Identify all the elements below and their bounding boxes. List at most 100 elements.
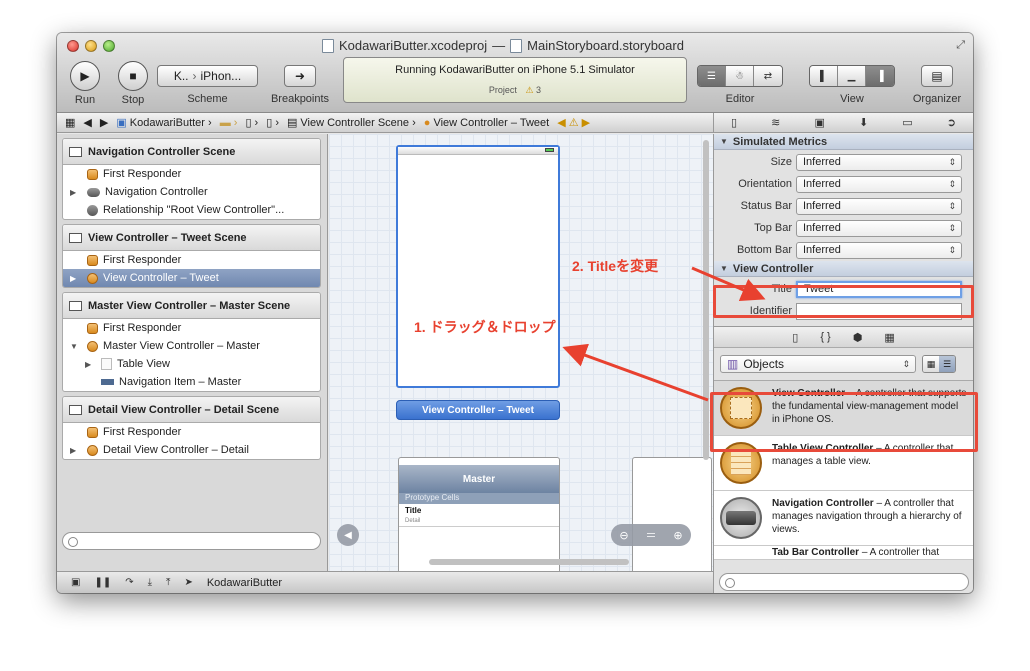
file-template-library-icon[interactable]: ▯ bbox=[792, 331, 798, 344]
attributes-inspector-icon[interactable]: ⬇ bbox=[859, 116, 868, 129]
disclosure-triangle-icon[interactable]: ▶ bbox=[70, 446, 76, 455]
outline-row[interactable]: First Responder bbox=[63, 319, 320, 337]
step-into-icon[interactable]: ⤓ bbox=[148, 577, 152, 588]
warning-icon: ⚠ bbox=[525, 85, 534, 95]
close-button[interactable] bbox=[67, 40, 79, 52]
location-icon[interactable]: ➤ bbox=[184, 577, 192, 588]
assistant-editor-icon[interactable]: ☃ bbox=[726, 66, 754, 86]
media-library-icon[interactable]: ▦ bbox=[884, 331, 894, 344]
disclosure-triangle-open-icon[interactable]: ▼ bbox=[70, 342, 78, 351]
library-item[interactable]: Tab Bar Controller – A controller that bbox=[714, 546, 973, 560]
jumpbar-vc[interactable]: ● View Controller – Tweet bbox=[424, 117, 549, 129]
jumpbar-file-icon[interactable]: ▯ › bbox=[245, 116, 258, 129]
jumpbar-scene[interactable]: ▤ View Controller Scene › bbox=[287, 116, 416, 129]
navigator-toggle-icon[interactable]: ▌ bbox=[810, 66, 838, 86]
stop-label: Stop bbox=[121, 94, 145, 106]
breakpoints-button[interactable]: ➜ Breakpoints bbox=[267, 65, 333, 105]
jumpbar-folder-icon[interactable]: ▬ › bbox=[220, 117, 238, 129]
quick-help-icon[interactable]: ≋ bbox=[771, 116, 780, 129]
fullscreen-icon[interactable]: ⤢ bbox=[956, 39, 965, 52]
scene-header[interactable]: Master View Controller – Master Scene bbox=[63, 293, 320, 319]
library-filter-field[interactable] bbox=[719, 573, 969, 591]
top-bar-select[interactable]: Inferred bbox=[796, 219, 962, 237]
scheme-popup[interactable]: K.. › iPhon... Scheme bbox=[157, 65, 258, 105]
connections-inspector-icon[interactable]: ➲ bbox=[947, 116, 956, 129]
scheme-device: iPhon... bbox=[200, 69, 242, 83]
outline-row-selected[interactable]: ▶ View Controller – Tweet bbox=[63, 269, 320, 287]
scene-dock-label[interactable]: View Controller – Tweet bbox=[396, 400, 560, 420]
step-out-icon[interactable]: ⤒ bbox=[166, 577, 170, 588]
size-inspector-icon[interactable]: ▭ bbox=[902, 116, 912, 129]
navigation-item-icon bbox=[101, 379, 114, 385]
master-scene-preview[interactable]: Master Prototype Cells Title Detail bbox=[398, 457, 560, 571]
file-inspector-icon[interactable]: ▯ bbox=[731, 116, 737, 129]
editor-control[interactable]: ☰ ☃ ⇄ Editor bbox=[697, 65, 783, 105]
outline-row[interactable]: ▶ Table View bbox=[63, 355, 320, 373]
jumpbar-warning-icon[interactable]: ◀ ⚠ ▶ bbox=[557, 116, 590, 129]
view-mode-toggle[interactable]: ▦ ☰ bbox=[922, 355, 956, 373]
section-header[interactable]: ▼ View Controller bbox=[714, 261, 973, 277]
scene-header[interactable]: Navigation Controller Scene bbox=[63, 139, 320, 165]
organizer-button[interactable]: ▤ Organizer bbox=[907, 65, 967, 105]
metric-label: Orientation bbox=[738, 178, 792, 190]
orientation-select[interactable]: Inferred bbox=[796, 175, 962, 193]
status-bar-select[interactable]: Inferred bbox=[796, 197, 962, 215]
vertical-scrollbar[interactable] bbox=[703, 140, 709, 460]
forward-icon[interactable]: ▶ bbox=[100, 116, 108, 129]
zoom-fit-icon[interactable]: ＝ bbox=[645, 527, 656, 543]
zoom-in-icon[interactable]: ⊕ bbox=[673, 529, 682, 542]
outline-row[interactable]: First Responder bbox=[63, 251, 320, 269]
stop-button[interactable]: ■ Stop bbox=[115, 61, 151, 106]
outline-row[interactable]: First Responder bbox=[63, 165, 320, 183]
grid-view-icon[interactable]: ▦ bbox=[923, 356, 939, 372]
list-view-icon[interactable]: ☰ bbox=[939, 356, 955, 372]
debug-toggle-icon[interactable]: ▁ bbox=[838, 66, 866, 86]
canvas-back-icon[interactable]: ◀ bbox=[337, 524, 359, 546]
view-controller-canvas-view[interactable] bbox=[396, 145, 560, 388]
objects-select[interactable]: ▥ Objects bbox=[720, 355, 916, 373]
step-over-icon[interactable]: ↷ bbox=[125, 577, 133, 588]
standard-editor-icon[interactable]: ☰ bbox=[698, 66, 726, 86]
scheme-selector[interactable]: K.. › iPhon... bbox=[157, 65, 258, 87]
pause-icon[interactable]: ❚❚ bbox=[94, 577, 111, 588]
library-item[interactable]: Navigation Controller – A controller tha… bbox=[714, 491, 973, 546]
jumpbar-project[interactable]: ▣ KodawariButter › bbox=[116, 116, 211, 129]
jumpbar-file2-icon[interactable]: ▯ › bbox=[266, 116, 279, 129]
bottom-bar-select[interactable]: Inferred bbox=[796, 241, 962, 259]
editor-segmented[interactable]: ☰ ☃ ⇄ bbox=[697, 65, 783, 87]
outline-row[interactable]: ▼ Master View Controller – Master bbox=[63, 337, 320, 355]
version-editor-icon[interactable]: ⇄ bbox=[754, 66, 782, 86]
scene-header[interactable]: View Controller – Tweet Scene bbox=[63, 225, 320, 251]
minimize-button[interactable] bbox=[85, 40, 97, 52]
library-item-name: Tab Bar Controller bbox=[772, 547, 860, 558]
storyboard-canvas[interactable]: View Controller – Tweet Master Prototype… bbox=[329, 134, 713, 571]
zoom-button[interactable] bbox=[103, 40, 115, 52]
disclosure-triangle-icon[interactable]: ▶ bbox=[85, 360, 91, 369]
back-icon[interactable]: ◀ bbox=[83, 116, 91, 129]
section-header[interactable]: ▼ Simulated Metrics bbox=[714, 134, 973, 150]
outline-row[interactable]: Relationship "Root View Controller"... bbox=[63, 201, 320, 219]
detail-scene-preview[interactable] bbox=[632, 457, 712, 571]
view-control[interactable]: ▌ ▁ ▐ View bbox=[809, 65, 895, 105]
related-items-icon[interactable]: ▦ bbox=[65, 116, 75, 129]
disclosure-triangle-icon[interactable]: ▶ bbox=[70, 188, 76, 197]
size-select[interactable]: Inferred bbox=[796, 153, 962, 171]
horizontal-scrollbar[interactable] bbox=[429, 559, 629, 565]
outline-row[interactable]: ▶ Navigation Controller bbox=[63, 183, 320, 201]
first-responder-icon bbox=[87, 254, 98, 266]
scene-header[interactable]: Detail View Controller – Detail Scene bbox=[63, 397, 320, 423]
outline-row[interactable]: ▶ Detail View Controller – Detail bbox=[63, 441, 320, 459]
zoom-out-icon[interactable]: ⊖ bbox=[619, 529, 628, 542]
object-library-icon[interactable]: ⬢ bbox=[853, 331, 863, 344]
view-controller-icon bbox=[87, 444, 98, 456]
outline-row[interactable]: First Responder bbox=[63, 423, 320, 441]
run-button[interactable]: ▶ Run bbox=[67, 61, 103, 106]
utilities-toggle-icon[interactable]: ▐ bbox=[866, 66, 894, 86]
view-segmented[interactable]: ▌ ▁ ▐ bbox=[809, 65, 895, 87]
outline-filter-field[interactable] bbox=[62, 532, 321, 550]
code-snippet-library-icon[interactable]: { } bbox=[820, 331, 830, 343]
identity-inspector-icon[interactable]: ▣ bbox=[814, 116, 824, 129]
disclosure-triangle-icon[interactable]: ▶ bbox=[70, 274, 76, 283]
outline-row[interactable]: Navigation Item – Master bbox=[63, 373, 320, 391]
debug-area-toggle-icon[interactable]: ▣ bbox=[71, 577, 80, 588]
